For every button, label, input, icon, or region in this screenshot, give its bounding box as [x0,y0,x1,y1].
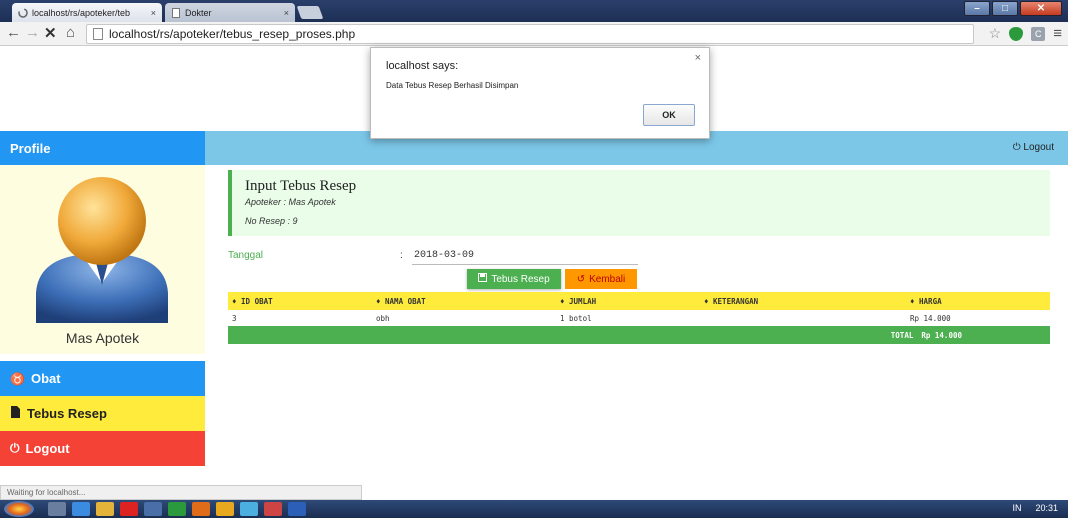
tanggal-field[interactable]: 2018-03-09 [412,250,638,265]
close-window-button[interactable]: ✕ [1020,1,1062,16]
page-icon [171,7,181,18]
tab-close-icon[interactable]: × [284,8,289,18]
tanggal-label: Tanggal [228,250,264,261]
column-header[interactable]: ♦ JUMLAH [560,297,704,306]
logout-label: Logout [1023,142,1054,153]
url-text: localhost/rs/apoteker/tebus_resep_proses… [109,27,356,41]
firefox-icon[interactable] [192,502,210,516]
cell-harga: Rp 14.000 [910,313,951,323]
dialog-message: Data Tebus Resep Berhasil Disimpan [386,81,519,90]
profile-card: Mas Apotek [0,165,205,354]
system-tray: IN 20:31 [1012,503,1058,513]
home-icon[interactable]: ⌂ [66,24,75,41]
table-row: 3 obh 1 botol Rp 14.000 [228,310,1050,326]
power-icon: ⏻ [10,441,20,455]
extension-icon[interactable]: C [1031,26,1046,41]
language-indicator[interactable]: IN [1012,503,1021,513]
folder-icon[interactable] [96,502,114,516]
bookmark-star-icon[interactable]: ☆ [989,25,1002,42]
clock[interactable]: 20:31 [1035,503,1058,513]
loading-icon [18,7,28,18]
menu-icon[interactable]: ≡ [1053,25,1062,42]
url-input[interactable]: localhost/rs/apoteker/tebus_resep_proses… [86,24,974,44]
start-button[interactable] [4,501,34,517]
toolbar-right: ☆ C ≡ [989,25,1062,42]
status-bar: Waiting for localhost... [0,485,362,500]
undo-icon: ↺ [576,273,586,285]
media-icon[interactable] [144,502,162,516]
total-value: Rp 14.000 [921,330,962,340]
stop-icon[interactable]: ✕ [44,24,57,42]
apoteker-label: Apoteker : Mas Apotek [245,197,336,207]
sidebar-item-logout[interactable]: ⏻ Logout [0,431,205,466]
taskbar-apps [48,502,306,516]
tab-label: Dokter [185,7,212,18]
table-header: ♦ ID OBAT ♦ NAMA OBAT ♦ JUMLAH ♦ KETERAN… [228,292,1050,310]
sidebar-item-label: Obat [30,371,61,386]
tanggal-row: Tanggal : 2018-03-09 [228,250,1050,266]
colon: : [400,250,403,261]
alert-dialog: localhost says: Data Tebus Resep Berhasi… [370,47,710,139]
button-label: Tebus Resep [491,273,550,285]
info-panel: Input Tebus Resep Apoteker : Mas Apotek … [228,170,1050,236]
taskbar: IN 20:31 [0,500,1068,518]
explorer-icon[interactable] [48,502,66,516]
ok-button[interactable]: OK [643,104,695,126]
tebus-resep-button[interactable]: Tebus Resep [467,269,561,289]
cell-jumlah: 1 botol [560,313,592,323]
button-label: Kembali [589,273,626,285]
browser-tab-active[interactable]: localhost/rs/apoteker/teb × [12,3,162,22]
window-controls: – □ ✕ [964,1,1062,16]
chrome-icon[interactable] [240,502,258,516]
cell-id: 3 [232,313,237,323]
ie-icon[interactable] [72,502,90,516]
sidebar-item-tebus-resep[interactable]: Tebus Resep [0,396,205,431]
browser-tab-bar: localhost/rs/apoteker/teb × Dokter × – □… [0,0,1068,22]
extension-shield-icon[interactable] [1009,26,1024,41]
resep-table: ♦ ID OBAT ♦ NAMA OBAT ♦ JUMLAH ♦ KETERAN… [228,292,1050,344]
word-icon[interactable] [288,502,306,516]
no-resep-label: No Resep : 9 [245,216,298,226]
app-icon[interactable] [264,502,282,516]
sidebar: Profile Mas Apotek ♉ Obat Tebus Resep ⏻ … [0,131,205,485]
kembali-button[interactable]: ↺ Kembali [565,269,637,289]
tab-close-icon[interactable]: × [151,8,156,18]
file-icon [10,406,21,421]
xampp-icon[interactable] [216,502,234,516]
column-header[interactable]: ♦ NAMA OBAT [376,297,560,306]
new-tab-button[interactable] [296,6,324,19]
save-icon [478,273,488,285]
column-header[interactable]: ♦ ID OBAT [228,297,376,306]
page-icon [93,28,103,40]
browser-tab[interactable]: Dokter × [165,3,295,22]
opera-icon[interactable] [120,502,138,516]
minimize-button[interactable]: – [964,1,990,16]
total-label: TOTAL [890,330,914,340]
power-icon: ⏻ [1012,142,1021,153]
address-bar: ← → ✕ ⌂ localhost/rs/apoteker/tebus_rese… [0,22,1068,46]
main-content: Input Tebus Resep Apoteker : Mas Apotek … [228,170,1050,344]
column-header[interactable]: ♦ KETERANGAN [704,297,910,306]
pill-icon: ♉ [10,371,25,386]
sidebar-item-obat[interactable]: ♉ Obat [0,361,205,396]
cell-nama: obh [376,313,390,323]
sidebar-item-label: Tebus Resep [27,406,107,421]
back-icon[interactable]: ← [6,24,21,41]
column-header[interactable]: ♦ HARGA [910,297,1050,306]
table-total-row: TOTAL Rp 14.000 [228,326,1050,344]
tab-label: localhost/rs/apoteker/teb [32,7,131,18]
page-title: Input Tebus Resep [245,178,357,194]
app-icon[interactable] [168,502,186,516]
dialog-title: localhost says: [386,60,459,72]
dialog-close-icon[interactable]: × [695,52,701,64]
sidebar-header: Profile [0,131,205,165]
profile-name: Mas Apotek [65,330,140,346]
forward-icon[interactable]: → [25,24,40,41]
topnav-logout-link[interactable]: ⏻ Logout [1013,142,1054,153]
sidebar-item-label: Logout [25,441,70,456]
maximize-button[interactable]: □ [992,1,1018,16]
avatar [36,177,168,323]
